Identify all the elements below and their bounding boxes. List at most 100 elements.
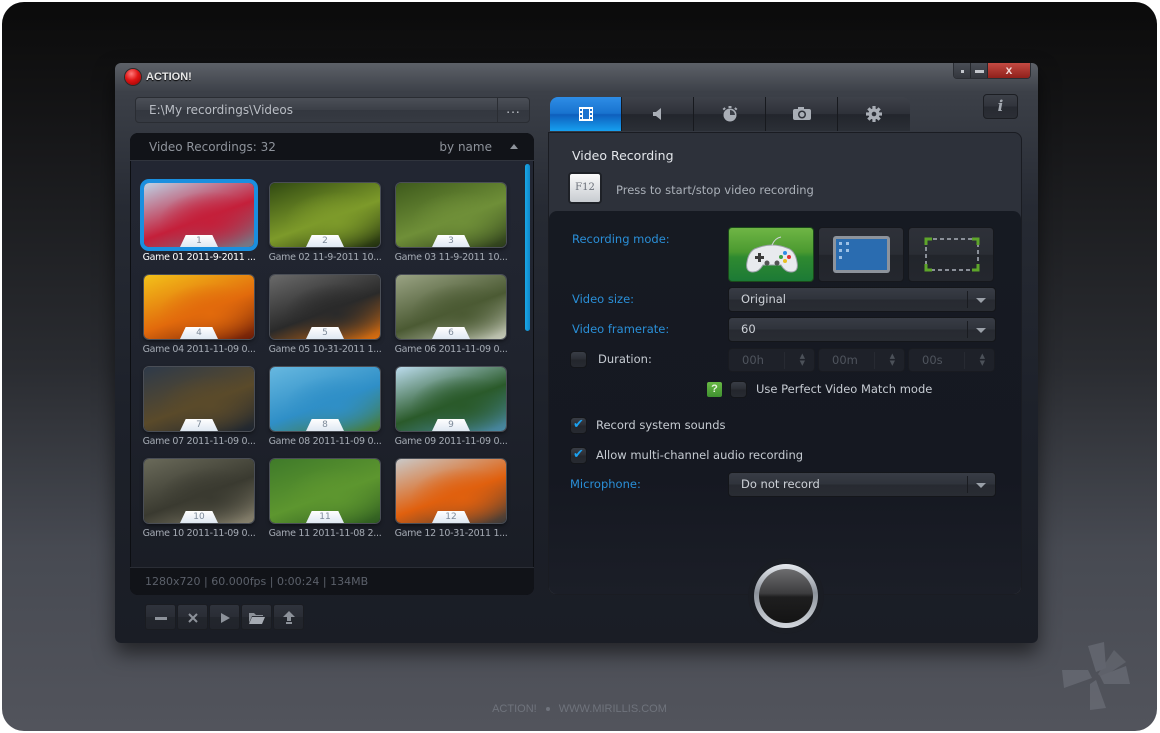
minus-icon xyxy=(154,617,167,620)
thumbnail-label: Game 03 11-9-2011 10... xyxy=(394,252,508,263)
recording-thumbnail[interactable]: 11 Game 11 2011-11-08 2... xyxy=(266,455,384,545)
recording-thumbnail[interactable]: 3 Game 03 11-9-2011 10... xyxy=(392,179,510,269)
thumbnail-image: 7 xyxy=(144,367,254,431)
tab-video[interactable] xyxy=(550,97,622,131)
scrollbar-thumb[interactable] xyxy=(525,164,530,331)
app-logo-icon xyxy=(125,69,141,85)
spinner-separator xyxy=(874,352,875,369)
mode-desktop-button[interactable] xyxy=(818,227,904,282)
thumbnail-label: Game 06 2011-11-09 0... xyxy=(394,344,508,355)
hotkey-button[interactable]: F12 xyxy=(568,172,602,204)
footer-url[interactable]: WWW.MIRILLIS.COM xyxy=(559,703,667,715)
chevron-down-icon xyxy=(976,328,986,333)
thumbnail-number: 1 xyxy=(180,235,218,247)
system-sounds-label: Record system sounds xyxy=(596,418,726,432)
video-size-dropdown[interactable]: Original xyxy=(728,287,996,312)
stopwatch-icon xyxy=(722,106,737,122)
browse-folder-button[interactable]: ... xyxy=(497,98,529,122)
recording-thumbnail[interactable]: 5 Game 05 10-31-2011 1... xyxy=(266,271,384,361)
multichannel-label: Allow multi-channel audio recording xyxy=(596,448,804,462)
desktop-icon xyxy=(833,236,890,273)
recordings-toolbar xyxy=(145,604,304,630)
recordings-count: Video Recordings: 32 xyxy=(149,140,276,154)
thumbnail-label: Game 11 2011-11-08 2... xyxy=(268,528,382,539)
info-button[interactable]: i xyxy=(983,94,1018,119)
microphone-label: Microphone: xyxy=(570,477,641,491)
record-button[interactable] xyxy=(748,558,824,634)
recording-thumbnail[interactable]: 7 Game 07 2011-11-09 0... xyxy=(140,363,258,453)
delete-button[interactable] xyxy=(177,604,208,630)
thumbnail-image: 2 xyxy=(270,183,380,247)
spinner-arrows-icon[interactable]: ▲ ▼ xyxy=(890,353,895,367)
framerate-dropdown[interactable]: 60 xyxy=(728,317,996,342)
recording-thumbnail[interactable]: 8 Game 08 2011-11-09 0... xyxy=(266,363,384,453)
recording-thumbnail[interactable]: 4 Game 04 2011-11-09 0... xyxy=(140,271,258,361)
duration-hours-spinner[interactable]: 00h ▲ ▼ xyxy=(728,348,815,372)
duration-seconds-spinner[interactable]: 00s ▲ ▼ xyxy=(908,348,995,372)
upload-icon xyxy=(282,611,295,624)
thumbnail-label: Game 01 2011-9-2011 ... xyxy=(142,252,256,263)
close-button[interactable]: x xyxy=(988,63,1030,78)
thumbnail-label: Game 05 10-31-2011 1... xyxy=(268,344,382,355)
spinner-arrows-icon[interactable]: ▲ ▼ xyxy=(800,353,805,367)
tab-screenshot[interactable] xyxy=(766,97,838,131)
play-button[interactable] xyxy=(209,604,240,630)
system-sounds-checkbox[interactable] xyxy=(570,417,587,434)
recording-info: 1280x720 | 60.000fps | 0:00:24 | 134MB xyxy=(145,575,369,588)
thumbnail-image: 6 xyxy=(396,275,506,339)
delete-x-icon xyxy=(187,613,198,623)
help-icon[interactable]: ? xyxy=(707,382,722,397)
sort-direction-icon[interactable] xyxy=(510,144,518,149)
gamepad-icon xyxy=(746,236,798,273)
thumbnail-number: 11 xyxy=(306,511,344,523)
multichannel-checkbox[interactable] xyxy=(570,447,587,464)
spinner-separator xyxy=(784,352,785,369)
recording-thumbnail[interactable]: 1 Game 01 2011-9-2011 ... xyxy=(140,179,258,269)
recording-thumbnail[interactable]: 10 Game 10 2011-11-09 0... xyxy=(140,455,258,545)
duration-minutes-spinner[interactable]: 00m ▲ ▼ xyxy=(818,348,905,372)
perfect-match-checkbox[interactable] xyxy=(730,381,747,398)
record-button-ring xyxy=(754,564,818,628)
recording-thumbnail[interactable]: 9 Game 09 2011-11-09 0... xyxy=(392,363,510,453)
mode-region-button[interactable] xyxy=(908,227,994,282)
dropdown-separator xyxy=(967,476,968,493)
thumbnail-number: 9 xyxy=(432,419,470,431)
recordings-panel: Video Recordings: 32 by name 1 Game 01 20… xyxy=(130,133,534,595)
thumbnail-image: 3 xyxy=(396,183,506,247)
thumbnail-label: Game 02 11-9-2011 10... xyxy=(268,252,382,263)
tab-audio[interactable] xyxy=(622,97,694,131)
hotkey-description: Press to start/stop video recording xyxy=(616,183,814,197)
thumbnail-number: 7 xyxy=(180,419,218,431)
recording-thumbnail[interactable]: 2 Game 02 11-9-2011 10... xyxy=(266,179,384,269)
window-controls: x xyxy=(953,63,1031,79)
recordings-scrollbar[interactable] xyxy=(524,163,530,571)
upload-button[interactable] xyxy=(273,604,304,630)
video-options: Recording mode: Video size: Original Vid… xyxy=(549,211,1021,594)
tab-settings[interactable] xyxy=(838,97,910,131)
main-window: ACTION! x E:\My recordings\Videos ... Vi… xyxy=(115,63,1038,643)
minimize-button[interactable] xyxy=(971,63,988,78)
thumbnail-label: Game 10 2011-11-09 0... xyxy=(142,528,256,539)
thumbnail-number: 10 xyxy=(180,511,218,523)
duration-seconds-value: 00s xyxy=(922,353,943,367)
duration-label: Duration: xyxy=(598,352,652,366)
recording-thumbnail[interactable]: 12 Game 12 10-31-2011 1... xyxy=(392,455,510,545)
spinner-arrows-icon[interactable]: ▲ ▼ xyxy=(980,353,985,367)
thumbnail-image: 4 xyxy=(144,275,254,339)
duration-hours-value: 00h xyxy=(742,353,764,367)
mirillis-logo-icon xyxy=(1062,642,1130,710)
sort-by-dropdown[interactable]: by name xyxy=(439,140,492,154)
recording-thumbnail[interactable]: 6 Game 06 2011-11-09 0... xyxy=(392,271,510,361)
film-icon xyxy=(578,107,593,121)
microphone-dropdown[interactable]: Do not record xyxy=(728,472,996,497)
recordings-path-field[interactable]: E:\My recordings\Videos ... xyxy=(135,97,530,123)
thumbnail-image: 1 xyxy=(144,183,254,247)
duration-checkbox[interactable] xyxy=(570,351,587,368)
remove-button[interactable] xyxy=(145,604,176,630)
mode-game-button[interactable] xyxy=(728,227,814,282)
spinner-separator xyxy=(964,352,965,369)
restore-button[interactable] xyxy=(954,63,971,78)
tab-timer[interactable] xyxy=(694,97,766,131)
open-folder-button[interactable] xyxy=(241,604,272,630)
thumbnail-image: 5 xyxy=(270,275,380,339)
